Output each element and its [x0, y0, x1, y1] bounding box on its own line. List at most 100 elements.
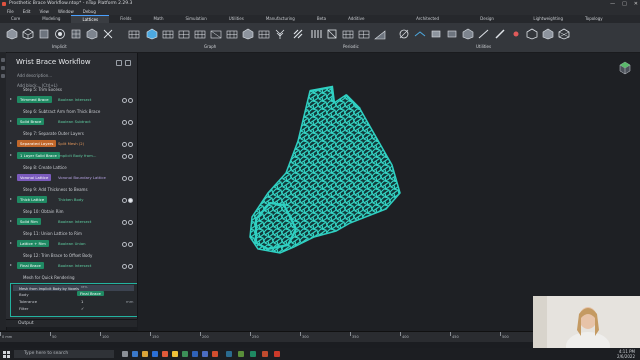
graph-from-mesh-icon[interactable] — [242, 28, 254, 40]
wrist-brace-lattice[interactable] — [138, 53, 640, 331]
mesh-block[interactable]: Mesh from Implicit Body by Voxels BETA B… — [10, 283, 137, 317]
visibility-icon[interactable] — [128, 153, 133, 159]
volume-lattice-icon[interactable] — [162, 28, 174, 40]
tab-beta[interactable]: Beta — [306, 15, 337, 23]
ntop-taskbar-icon[interactable] — [226, 351, 232, 357]
tab-math[interactable]: Math — [142, 15, 174, 23]
graph-lattice-icon[interactable] — [128, 28, 140, 40]
voronoi-icon[interactable] — [146, 28, 158, 40]
list-item[interactable]: Voronoi Lattice Voronoi Boundary Lattice — [10, 174, 136, 181]
excel-icon[interactable] — [182, 351, 188, 357]
help-icon[interactable] — [122, 219, 127, 225]
strut-lattice-icon[interactable] — [210, 28, 222, 40]
expand-arrow-icon[interactable] — [10, 242, 12, 244]
ribbon-group-periodic[interactable]: Periodic — [343, 44, 359, 49]
gyroid-lattice-icon[interactable] — [6, 28, 18, 40]
ramp-icon[interactable] — [478, 28, 490, 40]
tab-topology-optimization[interactable]: Topology Optimization — [574, 15, 640, 29]
help-icon[interactable] — [122, 141, 127, 147]
tab-architected-materials[interactable]: Architected Materials — [405, 15, 469, 29]
filter-checkbox[interactable]: ✓ — [81, 306, 84, 311]
list-item[interactable]: Solid Brace Boolean Subtract — [10, 118, 136, 125]
list-item[interactable]: 1 Layer Solid Brace Implicit Body from..… — [10, 152, 136, 159]
visibility-icon[interactable] — [128, 241, 133, 247]
list-item[interactable]: Solid Rim Boolean Intersect — [10, 218, 136, 225]
mesh-cube-icon[interactable] — [526, 28, 538, 40]
visibility-icon[interactable] — [128, 219, 133, 225]
periodic-hex-icon[interactable] — [358, 28, 370, 40]
help-icon[interactable] — [122, 97, 127, 103]
file-explorer-icon[interactable] — [142, 351, 148, 357]
edge-icon[interactable] — [132, 351, 138, 357]
mesh-box-icon[interactable] — [542, 28, 554, 40]
ribbon-group-graph[interactable]: Graph — [204, 44, 216, 49]
beam-icon[interactable] — [494, 28, 506, 40]
mapping-icon[interactable] — [414, 28, 426, 40]
powerpoint-icon[interactable] — [212, 351, 218, 357]
chrome-icon[interactable] — [172, 351, 178, 357]
tab-additive-manufacturing[interactable]: Additive Manufacturing — [337, 15, 405, 29]
system-clock[interactable]: 4:11 PM 2/6/2022 — [617, 349, 635, 359]
periodic-ramp-icon[interactable] — [374, 28, 386, 40]
app-icon[interactable] — [238, 351, 244, 357]
tab-lightweighting[interactable]: Lightweighting — [522, 15, 574, 23]
cube-lattice-icon[interactable] — [38, 28, 50, 40]
visibility-icon[interactable] — [128, 175, 133, 181]
transform-icon[interactable] — [430, 28, 442, 40]
body-value[interactable]: Final Brace — [77, 291, 104, 296]
app-icon[interactable] — [262, 351, 268, 357]
help-icon[interactable] — [122, 119, 127, 125]
office-icon[interactable] — [162, 351, 168, 357]
expand-arrow-icon[interactable] — [10, 120, 12, 122]
tab-fields[interactable]: Fields — [109, 15, 142, 23]
cylinder-lattice-icon[interactable] — [70, 28, 82, 40]
taskbar-search[interactable]: Type here to search — [14, 350, 114, 358]
help-icon[interactable] — [122, 153, 127, 159]
expand-arrow-icon[interactable] — [10, 176, 12, 178]
notebook-title[interactable]: Wrist Brace Workflow — [16, 58, 91, 66]
boundary-lattice-icon[interactable] — [102, 28, 114, 40]
tab-simulation[interactable]: Simulation — [174, 15, 217, 23]
implicit-lattice-icon[interactable] — [22, 28, 34, 40]
visibility-icon[interactable] — [128, 197, 133, 203]
output-panel[interactable]: Output — [6, 319, 137, 327]
offset-icon[interactable] — [446, 28, 458, 40]
notebook-icon[interactable] — [1, 58, 5, 62]
expand-arrow-icon[interactable] — [10, 198, 12, 200]
menu-view[interactable]: View — [39, 8, 49, 15]
list-item[interactable]: Lattice + Rim Boolean Union — [10, 240, 136, 247]
remap-icon[interactable] — [398, 28, 410, 40]
mail-icon[interactable] — [152, 351, 158, 357]
description-field[interactable]: Add description... — [17, 73, 52, 78]
help-icon[interactable] — [122, 197, 127, 203]
tab-design-analysis[interactable]: Design Analysis — [469, 15, 522, 29]
visibility-icon[interactable] — [128, 119, 133, 125]
expand-arrow-icon[interactable] — [10, 264, 12, 266]
task-view-icon[interactable] — [122, 351, 128, 357]
expand-arrow-icon[interactable] — [10, 154, 12, 156]
ribbon-group-utilities[interactable]: Utilities — [476, 44, 491, 49]
sphere-lattice-icon[interactable] — [54, 28, 66, 40]
close-button[interactable]: ✕ — [634, 0, 638, 8]
node-icon[interactable] — [510, 28, 522, 40]
periodic-lattice-icon[interactable] — [292, 28, 304, 40]
menu-edit[interactable]: Edit — [23, 8, 31, 15]
lattice-graph-icon[interactable] — [226, 28, 238, 40]
expand-arrow-icon[interactable] — [10, 98, 12, 100]
tree-graph-icon[interactable] — [274, 28, 286, 40]
help-icon[interactable] — [122, 175, 127, 181]
ribbon-group-implicit[interactable]: Implicit — [52, 44, 67, 49]
minimize-button[interactable]: — — [610, 0, 615, 8]
app-icon[interactable] — [250, 351, 256, 357]
library-icon[interactable] — [1, 66, 5, 70]
expand-icon[interactable] — [116, 60, 122, 66]
tab-lattices[interactable]: Lattices — [71, 15, 110, 23]
surface-lattice-icon[interactable] — [178, 28, 190, 40]
teams-icon[interactable] — [202, 351, 208, 357]
list-item[interactable]: Trimmed Brace Boolean Intersect — [10, 96, 136, 103]
conformal-lattice-icon[interactable] — [86, 28, 98, 40]
view-cube-icon[interactable] — [618, 61, 632, 75]
tab-modeling[interactable]: Modeling — [31, 15, 71, 23]
periodic-cube-icon[interactable] — [326, 28, 338, 40]
menu-file[interactable]: File — [7, 8, 14, 15]
